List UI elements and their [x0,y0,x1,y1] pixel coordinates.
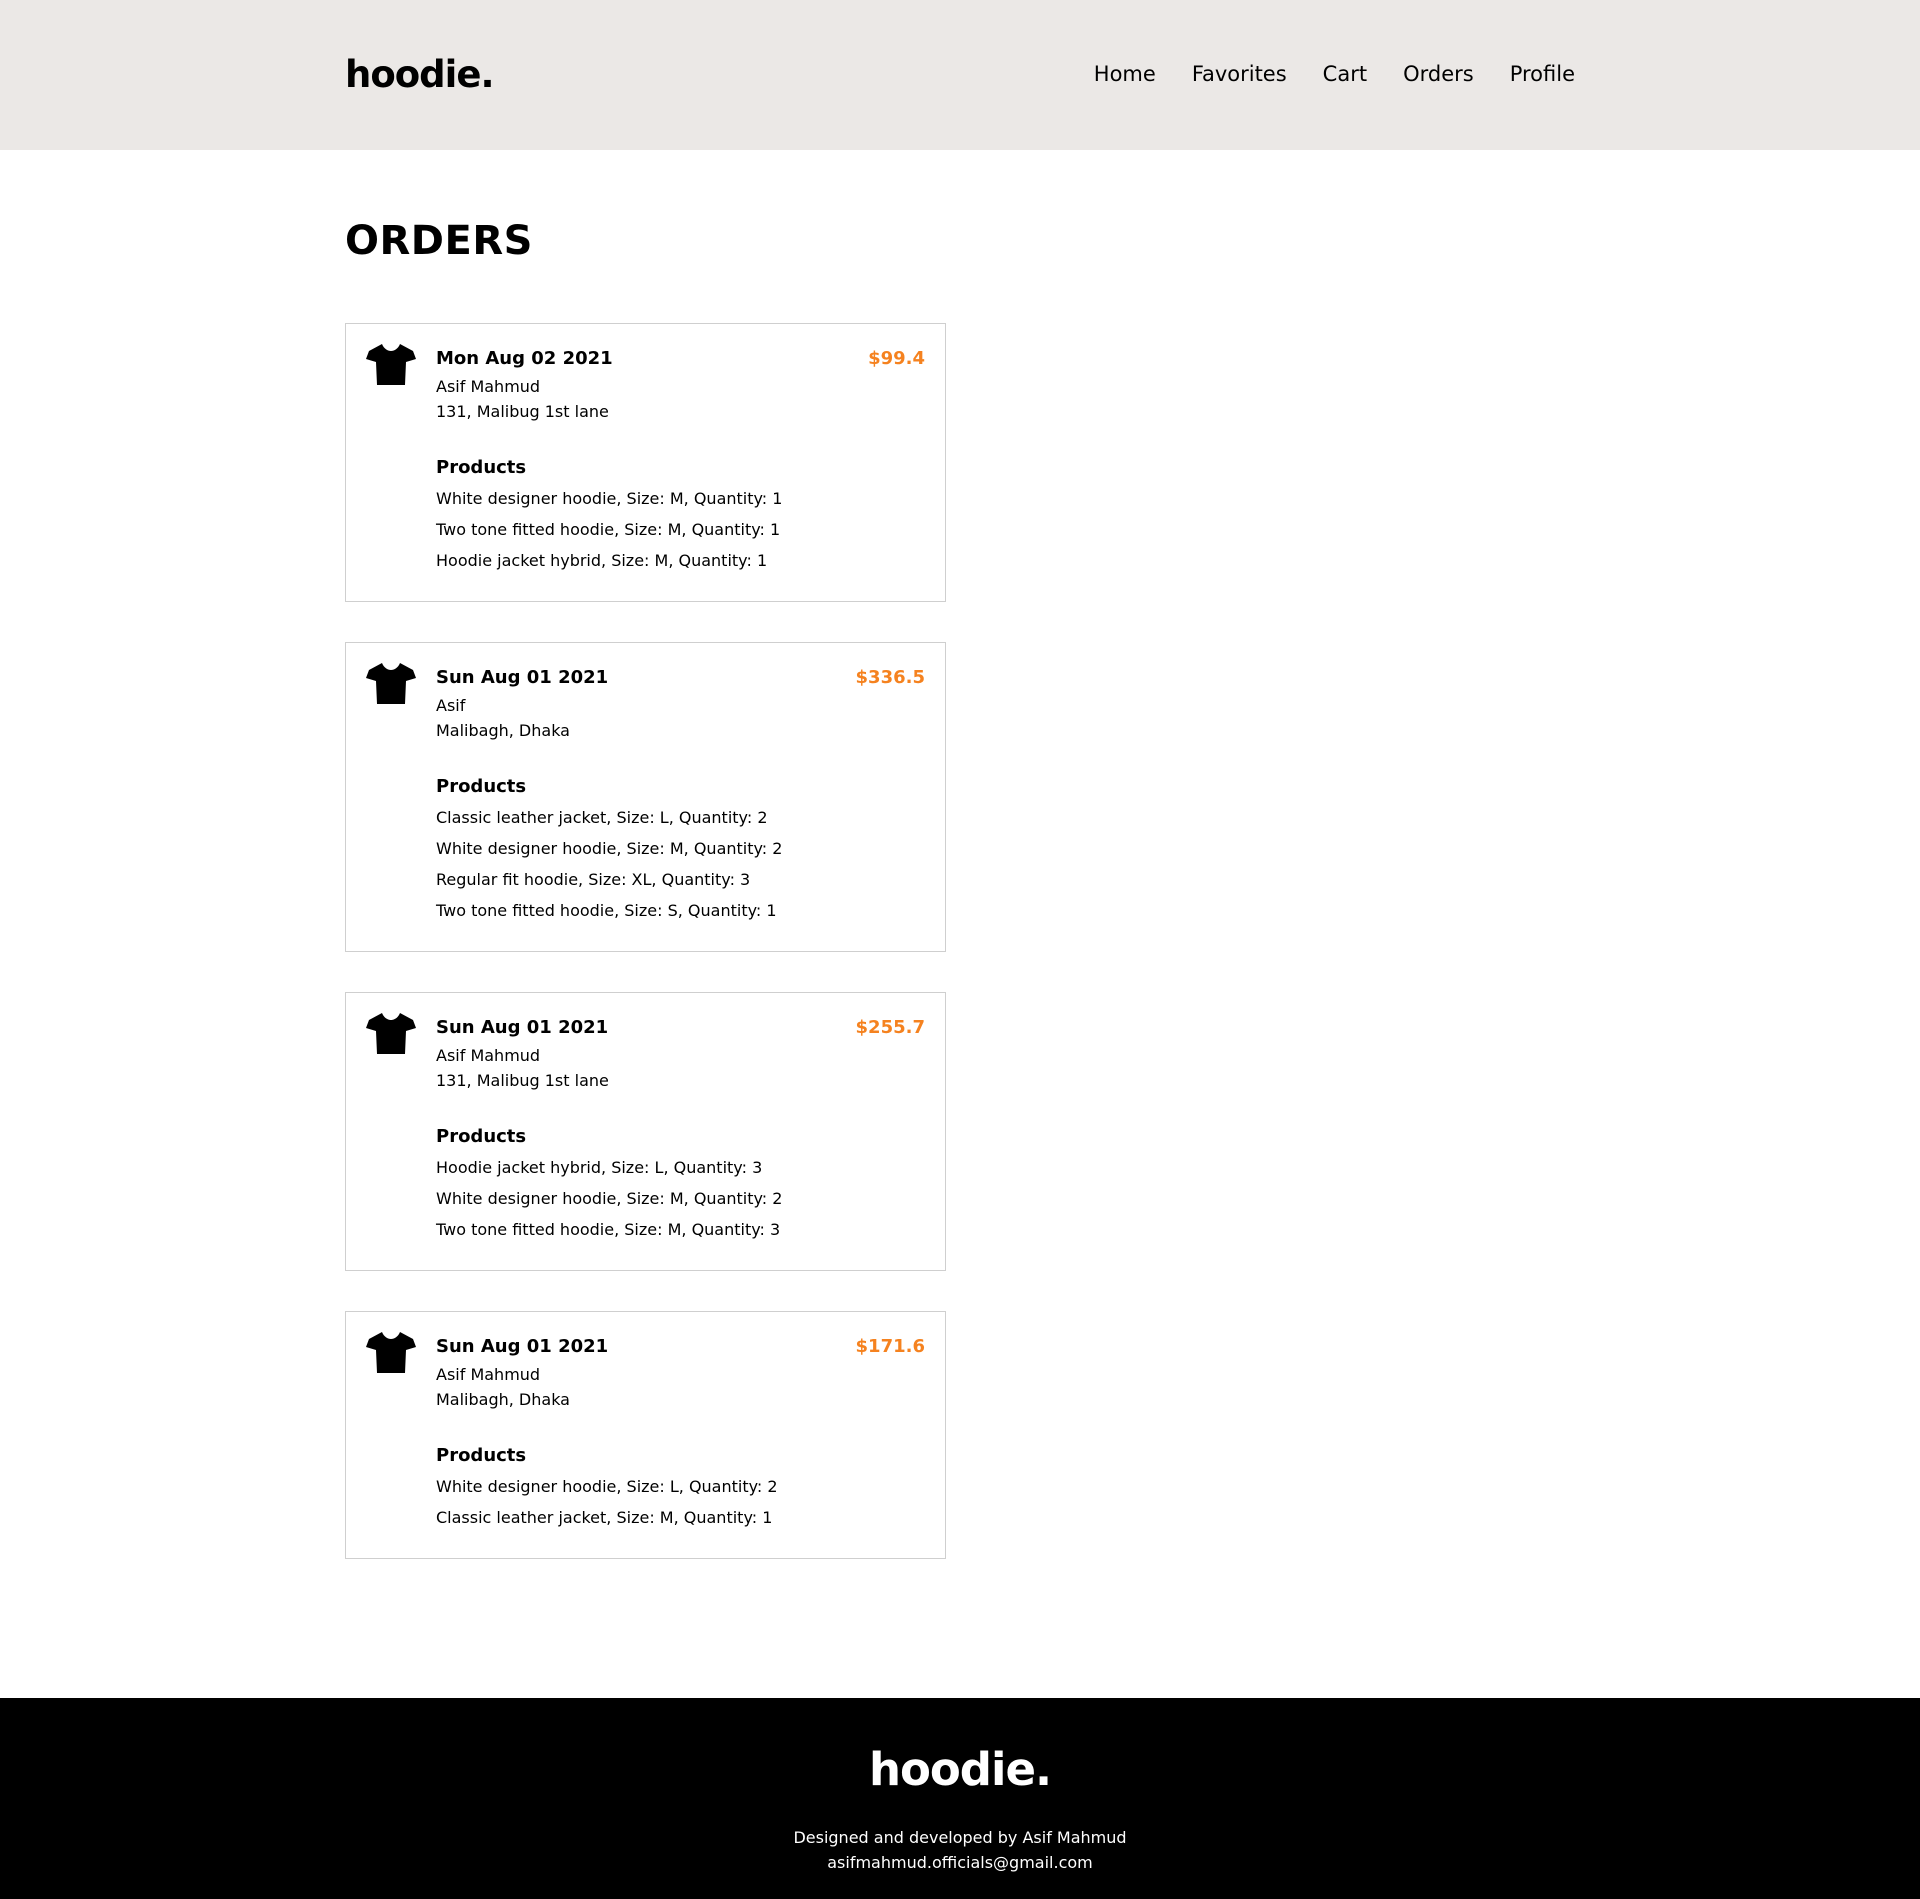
site-logo[interactable]: hoodie. [345,50,494,100]
order-total: $171.6 [855,1336,925,1357]
product-item: Two tone fitted hoodie, Size: M, Quantit… [436,520,781,539]
product-item: White designer hoodie, Size: M, Quantity… [436,1189,783,1208]
order-customer-name: Asif [436,696,466,715]
product-item: White designer hoodie, Size: M, Quantity… [436,489,783,508]
product-item: Regular fit hoodie, Size: XL, Quantity: … [436,870,751,889]
products-heading: Products [436,457,527,478]
page-title: ORDERS [345,218,533,264]
footer-credit: Designed and developed by Asif Mahmud [793,1828,1127,1847]
footer-logo: hoodie. [868,1743,1052,1796]
product-item: Hoodie jacket hybrid, Size: M, Quantity:… [436,551,768,570]
nav-profile[interactable]: Profile [1510,58,1575,90]
nav-favorites[interactable]: Favorites [1192,58,1287,90]
main-nav: Home Favorites Cart Orders Profile [1094,58,1575,90]
products-heading: Products [436,776,527,797]
nav-cart[interactable]: Cart [1323,58,1367,90]
order-total: $336.5 [855,667,925,688]
nav-orders[interactable]: Orders [1403,58,1474,90]
order-total: $99.4 [868,348,925,369]
order-address: Malibagh, Dhaka [436,721,570,740]
product-item: Classic leather jacket, Size: M, Quantit… [436,1508,773,1527]
order-card: Sun Aug 01 2021 $171.6 Asif Mahmud Malib… [345,1311,946,1559]
order-card: Sun Aug 01 2021 $255.7 Asif Mahmud 131, … [345,992,946,1271]
order-date: Sun Aug 01 2021 [436,1336,609,1357]
product-item: Two tone fitted hoodie, Size: S, Quantit… [436,901,777,920]
order-address: 131, Malibug 1st lane [436,402,609,421]
site-header: hoodie. Home Favorites Cart Orders Profi… [0,0,1920,150]
order-customer-name: Asif Mahmud [436,1365,541,1384]
nav-home[interactable]: Home [1094,58,1156,90]
order-date: Mon Aug 02 2021 [436,348,613,369]
order-address: Malibagh, Dhaka [436,1390,570,1409]
order-date: Sun Aug 01 2021 [436,1017,609,1038]
tshirt-icon [366,663,416,704]
product-item: Hoodie jacket hybrid, Size: L, Quantity:… [436,1158,763,1177]
order-details: Sun Aug 01 2021 $336.5 Asif Malibagh, Dh… [436,663,925,926]
products-heading: Products [436,1445,527,1466]
order-card: Mon Aug 02 2021 $99.4 Asif Mahmud 131, M… [345,323,946,602]
product-item: White designer hoodie, Size: M, Quantity… [436,839,783,858]
order-address: 131, Malibug 1st lane [436,1071,609,1090]
tshirt-icon [366,344,416,385]
order-card: Sun Aug 01 2021 $336.5 Asif Malibagh, Dh… [345,642,946,952]
product-item: Classic leather jacket, Size: L, Quantit… [436,808,768,827]
order-details: Mon Aug 02 2021 $99.4 Asif Mahmud 131, M… [436,344,925,576]
order-total: $255.7 [855,1017,925,1038]
order-details: Sun Aug 01 2021 $171.6 Asif Mahmud Malib… [436,1332,925,1533]
order-customer-name: Asif Mahmud [436,377,541,396]
tshirt-icon [366,1013,416,1054]
order-customer-name: Asif Mahmud [436,1046,541,1065]
tshirt-icon [366,1332,416,1373]
order-details: Sun Aug 01 2021 $255.7 Asif Mahmud 131, … [436,1013,925,1245]
product-item: White designer hoodie, Size: L, Quantity… [436,1477,778,1496]
product-item: Two tone fitted hoodie, Size: M, Quantit… [436,1220,781,1239]
products-heading: Products [436,1126,527,1147]
order-date: Sun Aug 01 2021 [436,667,609,688]
footer-email: asifmahmud.officials@gmail.com [827,1853,1093,1872]
site-footer: hoodie. Designed and developed by Asif M… [0,1698,1920,1899]
